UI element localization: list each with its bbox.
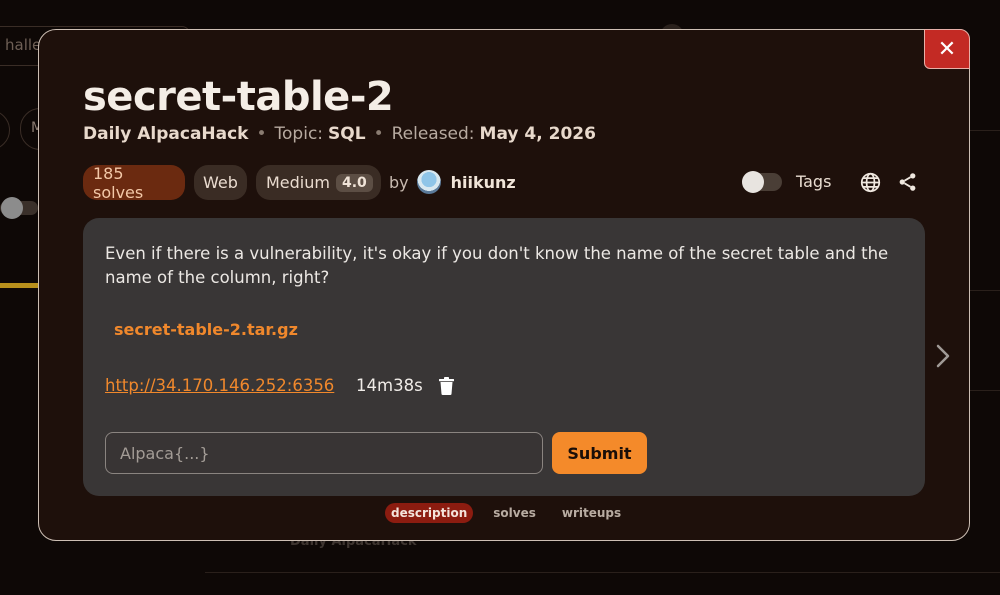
submit-button[interactable]: Submit xyxy=(552,432,647,474)
category-label: Web xyxy=(203,173,238,192)
difficulty-badge: Medium 4.0 xyxy=(256,165,381,200)
instance-timer: 14m38s xyxy=(356,376,423,395)
tags-toggle-knob xyxy=(742,170,764,193)
challenge-description: Even if there is a vulnerability, it's o… xyxy=(105,244,889,287)
share-icon[interactable] xyxy=(897,171,918,193)
globe-icon[interactable] xyxy=(860,172,881,193)
category-badge: Web xyxy=(194,165,247,200)
chevron-right-icon[interactable] xyxy=(934,343,952,369)
separator-dot: • xyxy=(256,124,267,144)
background-progress-bar xyxy=(0,283,40,288)
background-divider xyxy=(970,390,1000,391)
tab-writeups[interactable]: writeups xyxy=(556,503,627,523)
background-toggle-knob xyxy=(1,197,23,219)
released-date: May 4, 2026 xyxy=(479,124,596,144)
author-by-label: by xyxy=(389,172,409,192)
avatar[interactable] xyxy=(416,170,441,194)
background-divider xyxy=(970,130,1000,131)
close-button[interactable]: ✕ xyxy=(924,29,970,69)
background-divider xyxy=(205,572,1000,573)
trash-icon[interactable] xyxy=(439,377,454,395)
source-name: Daily AlpacaHack xyxy=(83,124,249,144)
flag-input[interactable] xyxy=(105,432,543,474)
separator-dot: • xyxy=(373,124,384,144)
challenge-meta: Daily AlpacaHack • Topic: SQL • Released… xyxy=(83,124,596,144)
difficulty-score: 4.0 xyxy=(335,173,373,192)
tags-toggle-track[interactable] xyxy=(742,170,782,193)
challenge-title: secret-table-2 xyxy=(83,74,394,120)
tab-solves[interactable]: solves xyxy=(487,503,542,523)
close-icon: ✕ xyxy=(937,36,957,62)
download-file-link[interactable]: secret-table-2.tar.gz xyxy=(114,320,298,339)
background-divider xyxy=(970,290,1000,291)
tags-toggle[interactable]: Tags xyxy=(742,170,832,193)
background-pill xyxy=(0,110,10,150)
modal-tabs: description solves writeups xyxy=(385,503,627,523)
author-info: by hiikunz xyxy=(389,170,516,194)
solves-count: 185 solves xyxy=(93,163,144,202)
instance-url-link[interactable]: http://34.170.146.252:6356 xyxy=(105,376,334,395)
tab-description[interactable]: description xyxy=(385,503,474,523)
topic-value: SQL xyxy=(328,124,366,144)
difficulty-label: Medium xyxy=(266,173,330,192)
tags-label: Tags xyxy=(796,172,832,191)
topic-label: Topic: xyxy=(274,124,324,144)
released-label: Released: xyxy=(391,124,475,144)
author-name[interactable]: hiikunz xyxy=(451,173,516,192)
solves-badge[interactable]: 185 solves xyxy=(83,163,185,202)
